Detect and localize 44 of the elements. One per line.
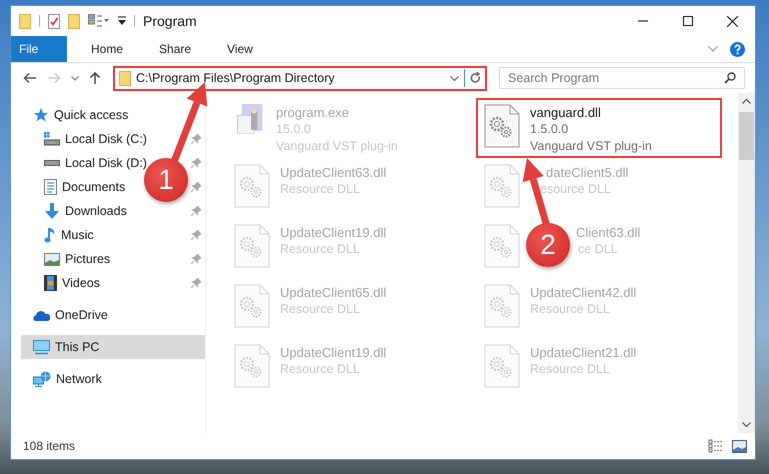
file-detail: 15.0.0 xyxy=(276,121,311,138)
ribbon-tab[interactable]: Share xyxy=(147,36,204,62)
file-name: UpdateClient65.dll xyxy=(280,284,386,301)
nav-item[interactable]: Local Disk (D:) xyxy=(65,156,147,170)
item-count: 108 items xyxy=(23,439,76,453)
file-name: vanguard.dll xyxy=(530,104,601,121)
file-name: UpdateClient21.dll xyxy=(530,344,636,361)
file-detail: Resource DLL xyxy=(530,301,610,318)
ribbon-tab[interactable]: File xyxy=(11,36,67,62)
file-detail: Resource DLL xyxy=(280,361,360,378)
nav-item[interactable]: Documents xyxy=(62,180,126,194)
nav-item[interactable]: Music xyxy=(61,228,94,242)
nav-item[interactable]: Quick access xyxy=(54,108,128,122)
file-detail: 1.5.0.0 xyxy=(530,121,568,138)
file-name: Client63.dll xyxy=(576,224,640,241)
file-detail: Resource DLL xyxy=(530,361,610,378)
ribbon-tab[interactable]: View xyxy=(215,36,265,62)
nav-item[interactable]: OneDrive xyxy=(55,308,108,322)
file-name: program.exe xyxy=(276,104,349,121)
file-detail: esource DLL xyxy=(540,181,611,198)
window-title: Program xyxy=(143,13,197,29)
file-name: UpdateClient42.dll xyxy=(530,284,636,301)
file-detail: Vanguard VST plug-in xyxy=(276,138,398,155)
file-name: UpdateClient63.dll xyxy=(280,164,386,181)
file-detail: Resource DLL xyxy=(280,241,360,258)
file-name: UpdateClient19.dll xyxy=(280,344,386,361)
file-name: dateClient5.dll xyxy=(546,164,628,181)
nav-item[interactable]: Local Disk (C:) xyxy=(65,132,147,146)
file-detail: ce DLL xyxy=(578,241,618,258)
file-name: UpdateClient19.dll xyxy=(280,224,386,241)
file-detail: Resource DLL xyxy=(280,301,360,318)
nav-item[interactable]: Network xyxy=(56,372,102,386)
nav-item[interactable]: Videos xyxy=(62,276,100,290)
address-path: C:\Program Files\Program Directory xyxy=(136,71,336,85)
nav-item[interactable]: Pictures xyxy=(65,252,110,266)
file-detail: Vanguard VST plug-in xyxy=(530,138,652,155)
ribbon-tab[interactable]: Home xyxy=(79,36,136,62)
file-tile[interactable]: vanguard.dll 1.5.0.0 Vanguard VST plug-in xyxy=(476,98,722,158)
nav-item[interactable]: This PC xyxy=(21,335,205,359)
nav-label: This PC xyxy=(55,340,100,354)
search-field[interactable]: Search Program xyxy=(499,67,745,89)
file-detail: Resource DLL xyxy=(280,181,360,198)
address-bar[interactable]: C:\Program Files\Program Directory xyxy=(113,66,487,90)
nav-item[interactable]: Downloads xyxy=(65,204,127,218)
